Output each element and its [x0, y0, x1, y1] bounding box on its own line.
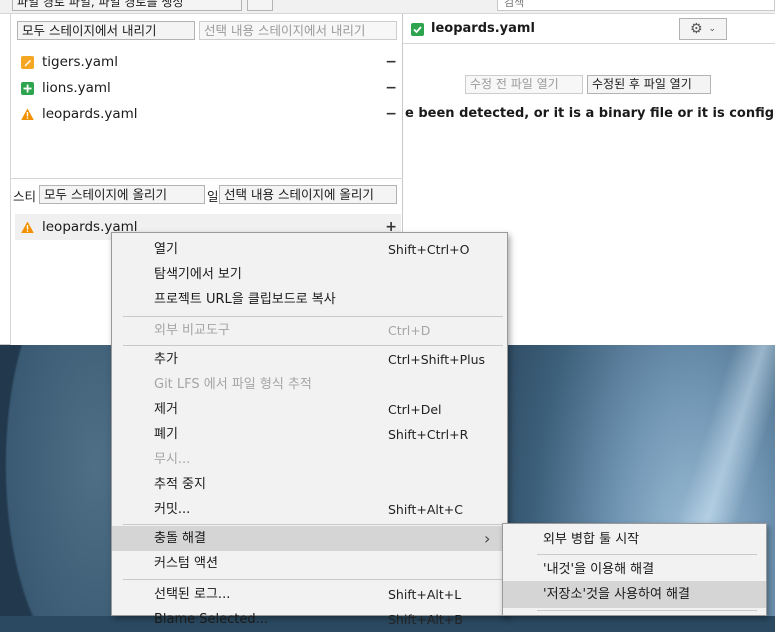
added-icon	[21, 81, 34, 95]
resolve-conflicts-submenu: 외부 병합 툴 시작 '내것'을 이용해 해결 '저장소'것을 사용하여 해결	[502, 523, 767, 616]
menu-item-label: 제거	[154, 402, 178, 417]
unstaged-file-row[interactable]: leopards.yaml −	[15, 101, 401, 127]
unstaged-file-name: leopards.yaml	[42, 106, 138, 122]
open-before-file-button[interactable]: 수정 전 파일 열기	[465, 75, 583, 94]
menu-item-shortcut: Shift+Alt+B	[388, 612, 463, 627]
menu-item-shortcut: Ctrl+D	[388, 323, 431, 338]
menu-separator	[123, 524, 503, 525]
menu-item-label: 열기	[154, 242, 178, 257]
open-before-label: 수정 전 파일 열기	[470, 77, 559, 91]
unstage-file-button[interactable]: −	[385, 106, 397, 122]
unstaged-file-row[interactable]: lions.yaml −	[15, 75, 401, 101]
submenu-separator	[537, 554, 757, 555]
submenu-item-label: '내것'을 이용해 해결	[543, 562, 655, 577]
conflict-warning-icon	[21, 108, 34, 120]
unstage-file-button[interactable]: −	[385, 54, 397, 70]
menu-item-label: 추가	[154, 352, 178, 367]
stage-selected-label: 선택 내용 스테이지에 올리기	[224, 187, 374, 202]
menu-item-label: 추적 중지	[154, 477, 206, 492]
gear-icon: ⚙	[689, 21, 703, 37]
diff-message: e been detected, or it is a binary file …	[405, 106, 775, 121]
chevron-down-icon: ⌄	[708, 24, 717, 34]
menu-item-label: 외부 비교도구	[154, 323, 230, 338]
menu-item-copy-url[interactable]: 프로젝트 URL을 클립보드로 복사	[112, 287, 507, 312]
menu-item-resolve-conflicts[interactable]: 충돌 해결 ›	[112, 526, 507, 551]
unstage-selected-label: 선택 내용 스테이지에서 내리기	[204, 23, 366, 38]
menu-separator	[123, 316, 503, 317]
menu-item-open[interactable]: 열기 Shift+Ctrl+O	[112, 237, 507, 262]
menu-item-label: 폐기	[154, 427, 178, 442]
menu-item-label: 커밋...	[154, 502, 191, 517]
menu-item-shortcut: Ctrl+Del	[388, 402, 442, 417]
menu-item-shortcut: Shift+Alt+L	[388, 587, 462, 602]
stage-all-button[interactable]: 모두 스테이지에 올리기	[39, 185, 205, 204]
menu-item-shortcut: Shift+Ctrl+R	[388, 427, 469, 442]
menu-item-commit[interactable]: 커밋... Shift+Alt+C	[112, 497, 507, 522]
menu-item-label: 선택된 로그...	[154, 587, 231, 602]
search-placeholder: 검색	[504, 0, 525, 9]
chevron-right-icon: ›	[484, 529, 491, 548]
conflict-warning-icon	[21, 221, 34, 233]
search-input-partial[interactable]: 검색	[497, 0, 775, 11]
menu-item-discard[interactable]: 폐기 Shift+Ctrl+R	[112, 422, 507, 447]
unstage-selected-button[interactable]: 선택 내용 스테이지에서 내리기	[199, 21, 397, 40]
unstage-file-button[interactable]: −	[385, 80, 397, 96]
menu-item-add[interactable]: 추가 Ctrl+Shift+Plus	[112, 347, 507, 372]
pane-divider	[11, 178, 404, 179]
submenu-item-label: '저장소'것을 사용하여 해결	[543, 587, 690, 602]
menu-item-shortcut: Ctrl+Shift+Plus	[388, 352, 486, 367]
staged-header-label-left: 스티	[13, 189, 37, 204]
menu-item-remove[interactable]: 제거 Ctrl+Del	[112, 397, 507, 422]
stage-selected-button[interactable]: 선택 내용 스테이지에 올리기	[219, 185, 397, 204]
menu-item-label: 커스텀 액션	[154, 556, 218, 571]
menu-item-ignore[interactable]: 무시...	[112, 447, 507, 472]
staged-header-label-right: 일	[207, 189, 219, 204]
partial-toolbar-small-button[interactable]	[247, 0, 273, 11]
menu-item-label: 프로젝트 URL을 클립보드로 복사	[154, 292, 336, 307]
submenu-item-label: 외부 병합 툴 시작	[543, 532, 640, 547]
menu-item-git-lfs-track[interactable]: Git LFS 에서 파일 형식 추적	[112, 372, 507, 397]
menu-item-external-diff[interactable]: 외부 비교도구 Ctrl+D	[112, 318, 507, 343]
menu-item-log-selected[interactable]: 선택된 로그... Shift+Alt+L	[112, 582, 507, 607]
menu-item-shortcut: Shift+Alt+C	[388, 502, 464, 517]
submenu-item-resolve-theirs[interactable]: '저장소'것을 사용하여 해결	[503, 581, 766, 608]
stage-all-label: 모두 스테이지에 올리기	[44, 187, 167, 202]
settings-dropdown-button[interactable]: ⚙ ⌄	[679, 18, 727, 40]
menu-item-shortcut: Shift+Ctrl+O	[388, 242, 470, 257]
diff-file-name: leopards.yaml	[431, 21, 535, 36]
menu-item-label: Blame Selected...	[154, 612, 269, 627]
context-menu: 열기 Shift+Ctrl+O 탐색기에서 보기 프로젝트 URL을 클립보드로 …	[111, 232, 508, 627]
menu-item-stop-tracking[interactable]: 추적 중지	[112, 472, 507, 497]
open-after-label: 수정된 후 파일 열기	[592, 77, 692, 91]
menu-separator	[123, 345, 503, 346]
menu-item-custom-actions[interactable]: 커스텀 액션	[112, 551, 507, 576]
submenu-separator	[537, 610, 757, 611]
menu-item-label: Git LFS 에서 파일 형식 추적	[154, 377, 312, 392]
unstage-all-label: 모두 스테이지에서 내리기	[22, 23, 157, 38]
unstaged-file-name: lions.yaml	[42, 80, 111, 96]
submenu-item-launch-merge-tool[interactable]: 외부 병합 툴 시작	[503, 526, 766, 553]
menu-item-show-in-explorer[interactable]: 탐색기에서 보기	[112, 262, 507, 287]
checkbox-checked-icon[interactable]	[411, 23, 424, 36]
unstage-all-button[interactable]: 모두 스테이지에서 내리기	[17, 21, 195, 40]
menu-separator	[123, 579, 503, 580]
submenu-item-resolve-mine[interactable]: '내것'을 이용해 해결	[503, 556, 766, 583]
modified-icon	[21, 55, 34, 69]
unstaged-file-name: tigers.yaml	[42, 54, 118, 70]
top-toolbar-partial: 파일 경로 파일, 파일 경로를 생성 검색	[0, 0, 775, 14]
partial-toolbar-label: 파일 경로 파일, 파일 경로를 생성	[17, 0, 184, 9]
open-after-file-button[interactable]: 수정된 후 파일 열기	[587, 75, 711, 94]
diff-header: leopards.yaml ⚙ ⌄	[403, 14, 775, 44]
menu-item-label: 무시...	[154, 452, 191, 467]
unstaged-file-row[interactable]: tigers.yaml −	[15, 49, 401, 75]
menu-item-label: 탐색기에서 보기	[154, 267, 242, 282]
menu-item-label: 충돌 해결	[154, 531, 206, 546]
menu-item-blame-selected[interactable]: Blame Selected... Shift+Alt+B	[112, 607, 507, 632]
partial-toolbar-button[interactable]: 파일 경로 파일, 파일 경로를 생성	[12, 0, 242, 11]
